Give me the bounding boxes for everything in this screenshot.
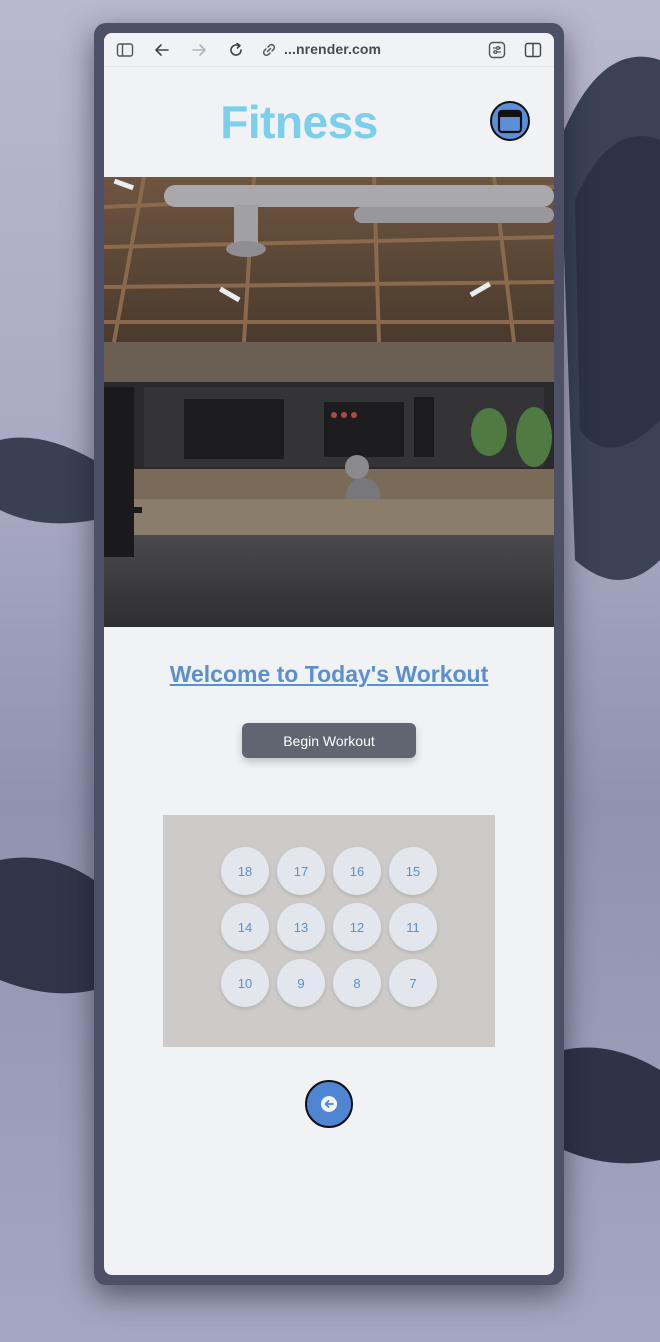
browser-viewport: ...nrender.com Fitness Welcome to Today'… (104, 33, 554, 1275)
back-arrow-icon[interactable] (153, 41, 171, 59)
browser-toolbar: ...nrender.com (104, 33, 554, 67)
day-button[interactable]: 13 (277, 903, 325, 951)
calendar-button[interactable] (490, 101, 530, 141)
app-title: Fitness (220, 96, 378, 148)
day-button[interactable]: 17 (277, 847, 325, 895)
begin-workout-button[interactable]: Begin Workout (242, 723, 416, 758)
welcome-heading[interactable]: Welcome to Today's Workout (104, 661, 554, 688)
day-button[interactable]: 9 (277, 959, 325, 1007)
day-button[interactable]: 11 (389, 903, 437, 951)
reload-icon[interactable] (227, 41, 245, 59)
arrow-left-icon (321, 1096, 337, 1112)
back-button[interactable] (305, 1080, 353, 1128)
link-icon (262, 43, 276, 57)
split-view-icon[interactable] (524, 41, 542, 59)
gym-hero-image (104, 177, 554, 627)
calendar-icon (497, 109, 523, 134)
day-button[interactable]: 14 (221, 903, 269, 951)
forward-arrow-icon[interactable] (190, 41, 208, 59)
day-button[interactable]: 18 (221, 847, 269, 895)
page-settings-icon[interactable] (488, 41, 506, 59)
day-grid: 18 17 16 15 14 13 12 11 10 9 8 7 (163, 815, 495, 1047)
day-button[interactable]: 16 (333, 847, 381, 895)
day-button[interactable]: 10 (221, 959, 269, 1007)
day-button[interactable]: 15 (389, 847, 437, 895)
address-bar[interactable]: ...nrender.com (284, 41, 381, 57)
day-button[interactable]: 8 (333, 959, 381, 1007)
day-button[interactable]: 7 (389, 959, 437, 1007)
day-button[interactable]: 12 (333, 903, 381, 951)
sidebar-icon[interactable] (116, 41, 134, 59)
